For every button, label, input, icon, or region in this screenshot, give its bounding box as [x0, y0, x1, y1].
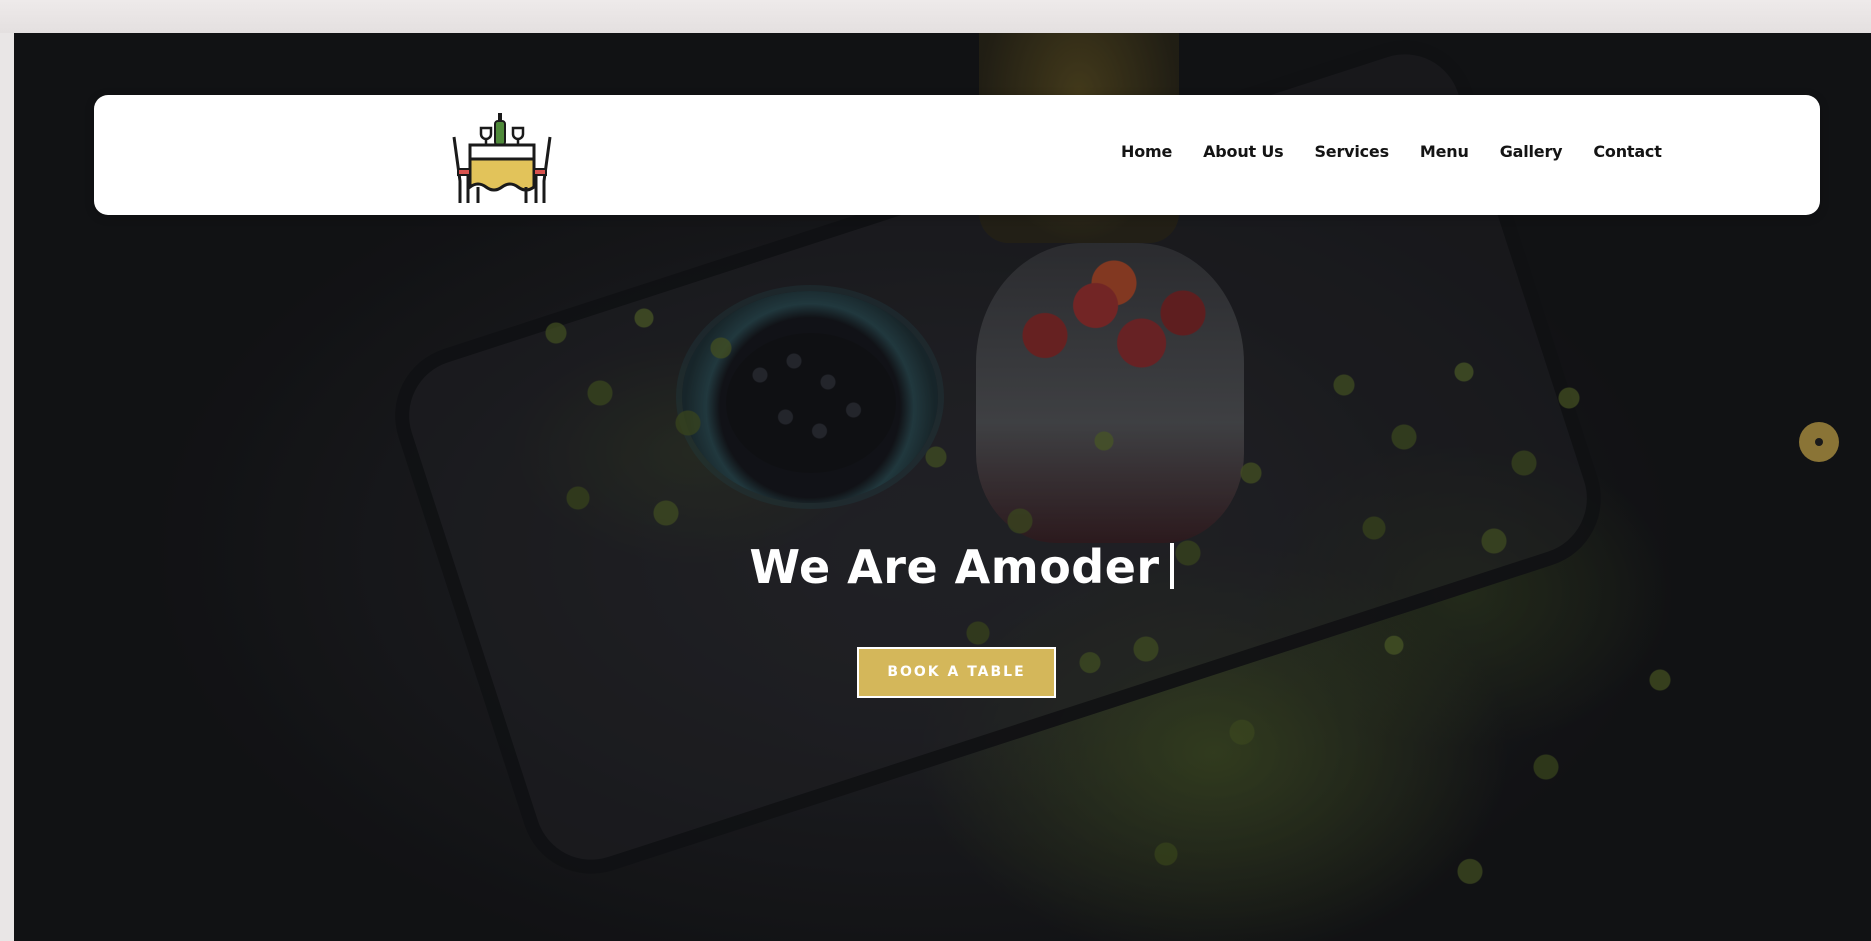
page-viewport: Home About Us Services Menu Gallery Cont…: [14, 33, 1871, 941]
dot-icon: [1815, 438, 1823, 446]
nav-link-home[interactable]: Home: [1121, 142, 1172, 162]
floating-action-button[interactable]: [1799, 422, 1839, 462]
nav-item-gallery: Gallery: [1500, 142, 1594, 162]
site-header: Home About Us Services Menu Gallery Cont…: [94, 95, 1820, 215]
typing-cursor: [1169, 543, 1174, 589]
restaurant-table-logo[interactable]: [450, 111, 554, 205]
nav-link-about-us[interactable]: About Us: [1203, 142, 1284, 162]
hero-title: We Are Amoder: [14, 539, 1871, 595]
nav-link-gallery[interactable]: Gallery: [1500, 142, 1563, 162]
nav-link-contact[interactable]: Contact: [1593, 142, 1662, 162]
main-nav: Home About Us Services Menu Gallery Cont…: [1121, 142, 1662, 162]
browser-top-strip: [0, 0, 1871, 33]
book-a-table-button[interactable]: BOOK A TABLE: [857, 647, 1056, 698]
nav-item-about-us: About Us: [1203, 142, 1314, 162]
nav-item-services: Services: [1314, 142, 1419, 162]
nav-link-menu[interactable]: Menu: [1420, 142, 1469, 162]
nav-item-menu: Menu: [1420, 142, 1500, 162]
hero-title-text: We Are Amoder: [749, 540, 1160, 594]
nav-item-home: Home: [1121, 142, 1203, 162]
nav-item-contact: Contact: [1593, 142, 1662, 162]
nav-link-services[interactable]: Services: [1314, 142, 1389, 162]
